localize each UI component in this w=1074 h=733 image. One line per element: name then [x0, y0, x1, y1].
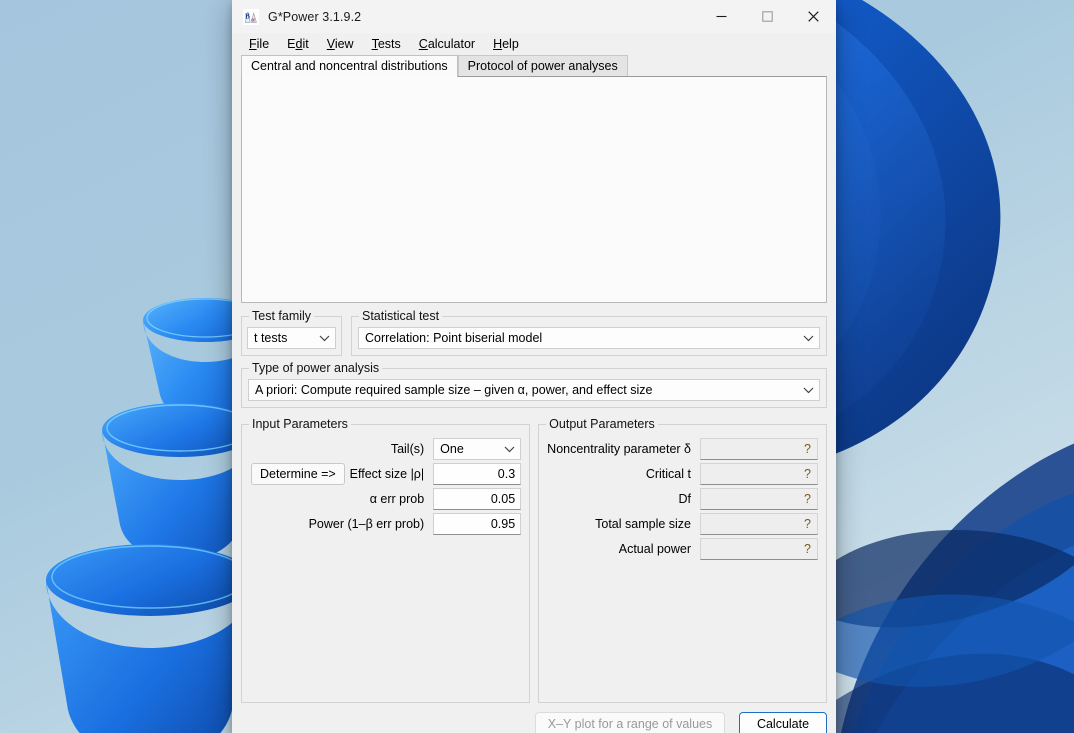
determine-button[interactable]: Determine =>: [251, 463, 345, 485]
alpha-err-prob-label: α err prob: [250, 492, 433, 506]
statistical-test-select[interactable]: Correlation: Point biserial model: [358, 327, 820, 349]
calculate-button[interactable]: Calculate: [739, 712, 827, 733]
output-row-df: Df ?: [547, 487, 818, 511]
xy-plot-button[interactable]: X–Y plot for a range of values: [535, 712, 725, 733]
type-of-power-analysis-group: Type of power analysis A priori: Compute…: [241, 368, 827, 408]
input-row-tails: Tail(s) One: [250, 437, 521, 461]
window-titlebar[interactable]: B α G*Power 3.1.9.2: [232, 0, 836, 33]
input-parameters-group: Input Parameters Tail(s) One Effect size…: [241, 424, 530, 703]
tab-protocol-of-power-analyses[interactable]: Protocol of power analyses: [458, 55, 628, 77]
output-row-noncentrality-parameter: Noncentrality parameter δ ?: [547, 437, 818, 461]
test-family-group: Test family t tests: [241, 316, 342, 356]
svg-text:α: α: [251, 16, 255, 23]
actual-power-value: ?: [700, 538, 818, 560]
df-label: Df: [547, 492, 700, 506]
total-sample-size-value: ?: [700, 513, 818, 535]
output-parameters-legend: Output Parameters: [546, 417, 658, 432]
output-parameters-group: Output Parameters Noncentrality paramete…: [538, 424, 827, 703]
test-family-legend: Test family: [249, 309, 314, 324]
menu-item-tests[interactable]: Tests: [363, 35, 410, 53]
df-value: ?: [700, 488, 818, 510]
tails-select[interactable]: One: [433, 438, 521, 460]
test-family-select[interactable]: t tests: [247, 327, 336, 349]
chevron-down-icon: [500, 446, 518, 453]
alpha-err-prob-input[interactable]: 0.05: [433, 488, 521, 510]
menu-item-help[interactable]: Help: [484, 35, 528, 53]
critical-t-label: Critical t: [547, 467, 700, 481]
chevron-down-icon: [799, 387, 817, 394]
menubar: File Edit View Tests Calculator Help: [232, 33, 836, 54]
effect-size-input[interactable]: 0.3: [433, 463, 521, 485]
actual-power-label: Actual power: [547, 542, 700, 556]
bottom-action-bar: X–Y plot for a range of values Calculate: [232, 703, 836, 733]
input-row-power: Power (1–β err prob) 0.95: [250, 512, 521, 536]
test-selection-row: Test family t tests Statistical test Cor…: [241, 316, 827, 356]
close-button[interactable]: [790, 0, 836, 33]
output-row-total-sample-size: Total sample size ?: [547, 512, 818, 536]
parameters-row: Input Parameters Tail(s) One Effect size…: [241, 424, 827, 703]
maximize-button[interactable]: [744, 0, 790, 33]
window-title: G*Power 3.1.9.2: [268, 10, 698, 24]
gpower-app-icon: B α: [243, 9, 259, 25]
statistical-test-value: Correlation: Point biserial model: [365, 331, 799, 345]
chevron-down-icon: [315, 335, 333, 342]
output-row-critical-t: Critical t ?: [547, 462, 818, 486]
statistical-test-legend: Statistical test: [359, 309, 442, 324]
menu-item-calculator[interactable]: Calculator: [410, 35, 484, 53]
power-label: Power (1–β err prob): [250, 517, 433, 531]
desktop: B α G*Power 3.1.9.2 File Edit View: [0, 0, 1074, 733]
type-of-power-analysis-legend: Type of power analysis: [249, 361, 382, 376]
tabstrip: Central and noncentral distributions Pro…: [232, 54, 836, 76]
svg-text:B: B: [245, 11, 250, 20]
noncentrality-parameter-value: ?: [700, 438, 818, 460]
statistical-test-group: Statistical test Correlation: Point bise…: [351, 316, 827, 356]
output-row-actual-power: Actual power ?: [547, 537, 818, 561]
test-family-value: t tests: [254, 331, 315, 345]
chevron-down-icon: [799, 335, 817, 342]
menu-item-file[interactable]: File: [240, 35, 278, 53]
input-parameters-legend: Input Parameters: [249, 417, 351, 432]
input-row-alpha-err-prob: α err prob 0.05: [250, 487, 521, 511]
gpower-window: B α G*Power 3.1.9.2 File Edit View: [232, 0, 836, 733]
noncentrality-parameter-label: Noncentrality parameter δ: [547, 442, 700, 456]
critical-t-value: ?: [700, 463, 818, 485]
tails-value: One: [440, 442, 464, 456]
type-of-power-analysis-value: A priori: Compute required sample size –…: [255, 383, 799, 397]
distribution-plot-canvas[interactable]: [241, 76, 827, 303]
menu-item-view[interactable]: View: [318, 35, 363, 53]
minimize-button[interactable]: [698, 0, 744, 33]
tails-label: Tail(s): [250, 442, 433, 456]
power-input[interactable]: 0.95: [433, 513, 521, 535]
menu-item-edit[interactable]: Edit: [278, 35, 318, 53]
tab-central-noncentral-distributions[interactable]: Central and noncentral distributions: [241, 55, 458, 77]
total-sample-size-label: Total sample size: [547, 517, 700, 531]
type-of-power-analysis-select[interactable]: A priori: Compute required sample size –…: [248, 379, 820, 401]
